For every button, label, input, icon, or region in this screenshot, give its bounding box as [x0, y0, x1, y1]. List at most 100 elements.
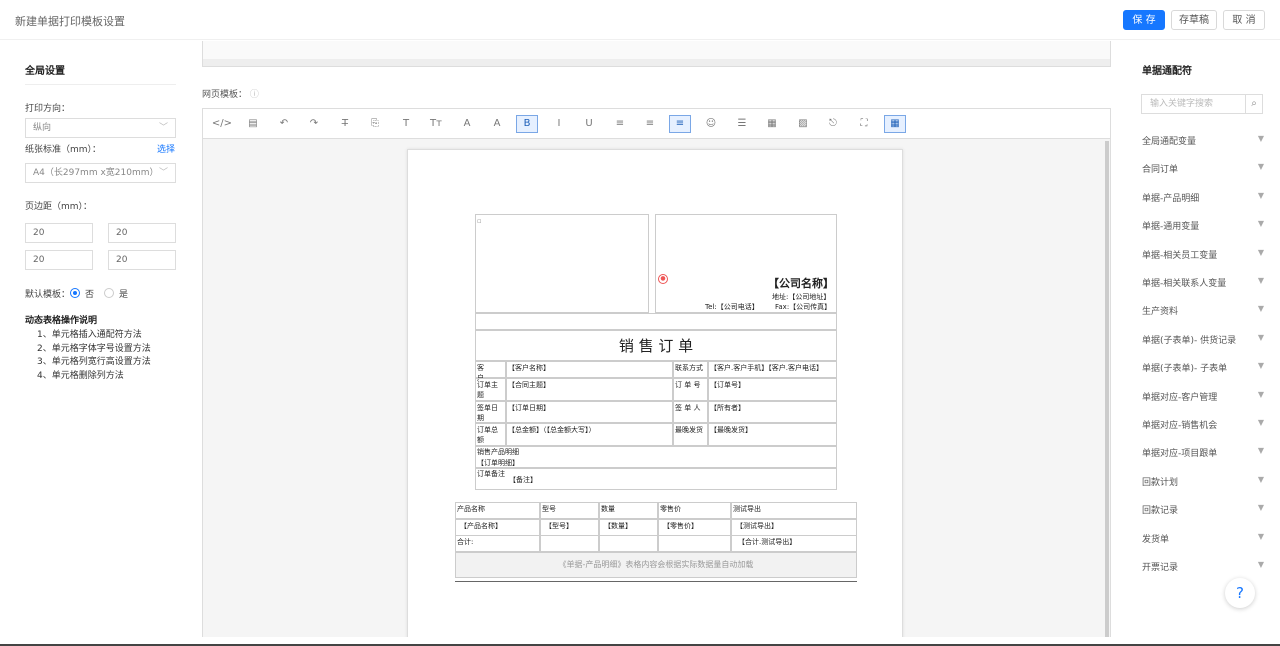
- info-value-cell[interactable]: 【总金额】（【总金额大写】）: [506, 423, 673, 446]
- cancel-button[interactable]: 取 消: [1223, 10, 1265, 30]
- margin-top-input[interactable]: 20: [25, 223, 93, 243]
- table-total-label[interactable]: 合计:: [455, 535, 540, 552]
- italic-icon[interactable]: I: [548, 115, 570, 133]
- info-value-cell[interactable]: 【订单号】: [708, 378, 837, 401]
- fullscreen-icon[interactable]: ⛶: [853, 115, 875, 133]
- table-cell[interactable]: 【产品名称】: [455, 519, 540, 536]
- wildcard-group[interactable]: 生产资料 ▼: [1142, 304, 1264, 317]
- text-icon[interactable]: T: [395, 115, 417, 133]
- chevron-down-icon: ▼: [1257, 247, 1264, 257]
- info-value-cell[interactable]: 【客户.客户手机】【客户.客户电话】: [708, 361, 837, 378]
- info-label-cell[interactable]: 客 户: [475, 361, 506, 382]
- save-draft-button[interactable]: 存草稿: [1171, 10, 1217, 30]
- font-color-icon[interactable]: A: [456, 115, 478, 133]
- wildcard-group[interactable]: 回款记录 ▼: [1142, 503, 1264, 516]
- align-right-icon[interactable]: ≡: [669, 115, 691, 133]
- grid-icon[interactable]: ▦: [884, 115, 906, 133]
- save-button[interactable]: 保 存: [1123, 10, 1165, 30]
- image-icon[interactable]: ▨: [792, 115, 814, 133]
- info-label-cell[interactable]: 签单日期: [475, 401, 506, 423]
- wildcard-group-label: 单据-相关员工变量: [1142, 250, 1218, 261]
- wildcard-group[interactable]: 发货单 ▼: [1142, 532, 1264, 545]
- info-label-cell[interactable]: 联系方式: [673, 361, 708, 378]
- table-cell[interactable]: 【零售价】: [658, 519, 731, 536]
- orientation-label: 打印方向：: [25, 104, 71, 114]
- info-label-cell[interactable]: 最晚发货: [673, 423, 708, 446]
- orientation-select[interactable]: 纵向 ﹀: [25, 118, 176, 138]
- table-cell[interactable]: [658, 535, 731, 552]
- table-cell[interactable]: 【型号】: [540, 519, 599, 536]
- wildcard-group[interactable]: 单据(子表单)- 子表单 ▼: [1142, 361, 1264, 374]
- redo-icon[interactable]: ↷: [303, 115, 325, 133]
- emoji-icon[interactable]: ☺: [700, 115, 722, 133]
- strikethrough-icon[interactable]: T̶: [334, 115, 356, 133]
- web-template-label-text: 网页模板：: [202, 90, 248, 100]
- paper-select[interactable]: A4（长297mm x宽210mm） ﹀: [25, 163, 176, 183]
- table-cell[interactable]: [599, 535, 658, 552]
- bold-icon[interactable]: B: [516, 115, 538, 133]
- margin-bottom-input[interactable]: 20: [108, 223, 176, 243]
- table-cell[interactable]: 【测试导出】: [731, 519, 857, 536]
- wildcard-group[interactable]: 单据对应-销售机会 ▼: [1142, 418, 1264, 431]
- table-total-value[interactable]: 【合计.测试导出】: [731, 535, 857, 552]
- wildcard-group[interactable]: 全局通配变量 ▼: [1142, 134, 1264, 147]
- print-paper: ▫ 【公司名称】 地址:【公司地址】 Tel:【公司电话】 Fax:【公司传真】…: [407, 149, 903, 637]
- table-cell[interactable]: [540, 535, 599, 552]
- info-label-cell[interactable]: 签 单 人: [673, 401, 708, 423]
- info-value-cell[interactable]: 【客户名称】: [506, 361, 673, 378]
- table-header-cell[interactable]: 型号: [540, 502, 599, 519]
- logo-image-placeholder[interactable]: ▫: [475, 214, 649, 313]
- editor-scrollbar[interactable]: [1105, 141, 1109, 637]
- search-icon[interactable]: ⌕: [1245, 94, 1263, 114]
- info-label-cell[interactable]: 订单主题: [475, 378, 506, 401]
- chevron-down-icon: ▼: [1257, 531, 1264, 541]
- global-settings-panel: 全局设置 打印方向： 纵向 ﹀ 纸张标准（mm）： 选择 A4（长297mm x宽…: [0, 41, 190, 646]
- default-yes-radio[interactable]: [104, 288, 114, 298]
- default-no-radio[interactable]: [70, 288, 80, 298]
- chevron-down-icon: ▼: [1257, 446, 1264, 456]
- info-label-cell[interactable]: 订 单 号: [673, 378, 708, 401]
- wildcard-group[interactable]: 合同订单 ▼: [1142, 162, 1264, 175]
- undo-icon[interactable]: ↶: [273, 115, 295, 133]
- align-left-icon[interactable]: ≡: [609, 115, 631, 133]
- info-value-cell[interactable]: 【订单日期】: [506, 401, 673, 423]
- wildcard-group[interactable]: 单据-通用变量 ▼: [1142, 219, 1264, 232]
- wildcard-group-label: 合同订单: [1142, 165, 1179, 176]
- wildcard-group[interactable]: 单据(子表单)- 供货记录 ▼: [1142, 333, 1264, 346]
- paper-select-link[interactable]: 选择: [157, 142, 175, 155]
- wildcard-group[interactable]: 单据-相关员工变量 ▼: [1142, 248, 1264, 261]
- wildcard-group[interactable]: 回款计划 ▼: [1142, 475, 1264, 488]
- table-header-cell[interactable]: 产品名称: [455, 502, 540, 519]
- wildcard-group[interactable]: 开票记录 ▼: [1142, 560, 1264, 573]
- wildcard-group[interactable]: 单据对应-客户管理 ▼: [1142, 390, 1264, 403]
- table-header-cell[interactable]: 零售价: [658, 502, 731, 519]
- table-header-cell[interactable]: 数量: [599, 502, 658, 519]
- align-center-icon[interactable]: ≡: [639, 115, 661, 133]
- editor-canvas[interactable]: ▫ 【公司名称】 地址:【公司地址】 Tel:【公司电话】 Fax:【公司传真】…: [202, 139, 1111, 637]
- info-label-cell[interactable]: 订单总额: [475, 423, 506, 446]
- background-color-icon[interactable]: A: [486, 115, 508, 133]
- margin-left-input[interactable]: 20: [25, 250, 93, 270]
- format-icon[interactable]: ⎘: [364, 115, 386, 133]
- underline-icon[interactable]: U: [578, 115, 600, 133]
- default-yes-label: 是: [119, 290, 129, 300]
- code-icon[interactable]: </>: [211, 115, 233, 133]
- product-detail-label: 销售产品明细: [477, 448, 519, 456]
- wildcard-group-label: 单据(子表单)- 子表单: [1142, 364, 1228, 375]
- wildcard-group[interactable]: 单据对应-项目跟单 ▼: [1142, 446, 1264, 459]
- info-value-cell[interactable]: 【合同主题】: [506, 378, 673, 401]
- wildcard-group[interactable]: 单据-产品明细 ▼: [1142, 191, 1264, 204]
- line-height-icon[interactable]: ☰: [731, 115, 753, 133]
- help-icon[interactable]: ?: [1225, 578, 1255, 608]
- wildcard-group[interactable]: 单据-相关联系人变量 ▼: [1142, 276, 1264, 289]
- margin-right-input[interactable]: 20: [108, 250, 176, 270]
- info-value-cell[interactable]: 【所有者】: [708, 401, 837, 423]
- wildcard-search-input[interactable]: 输入关键字搜索: [1141, 94, 1246, 114]
- table-icon[interactable]: ▦: [761, 115, 783, 133]
- attachment-icon[interactable]: ⎋: [822, 115, 844, 133]
- template-icon[interactable]: ▤: [242, 115, 264, 133]
- info-value-cell[interactable]: 【最晚发货】: [708, 423, 837, 446]
- table-cell[interactable]: 【数量】: [599, 519, 658, 536]
- table-header-cell[interactable]: 测试导出: [731, 502, 857, 519]
- font-size-icon[interactable]: Tт: [425, 115, 447, 133]
